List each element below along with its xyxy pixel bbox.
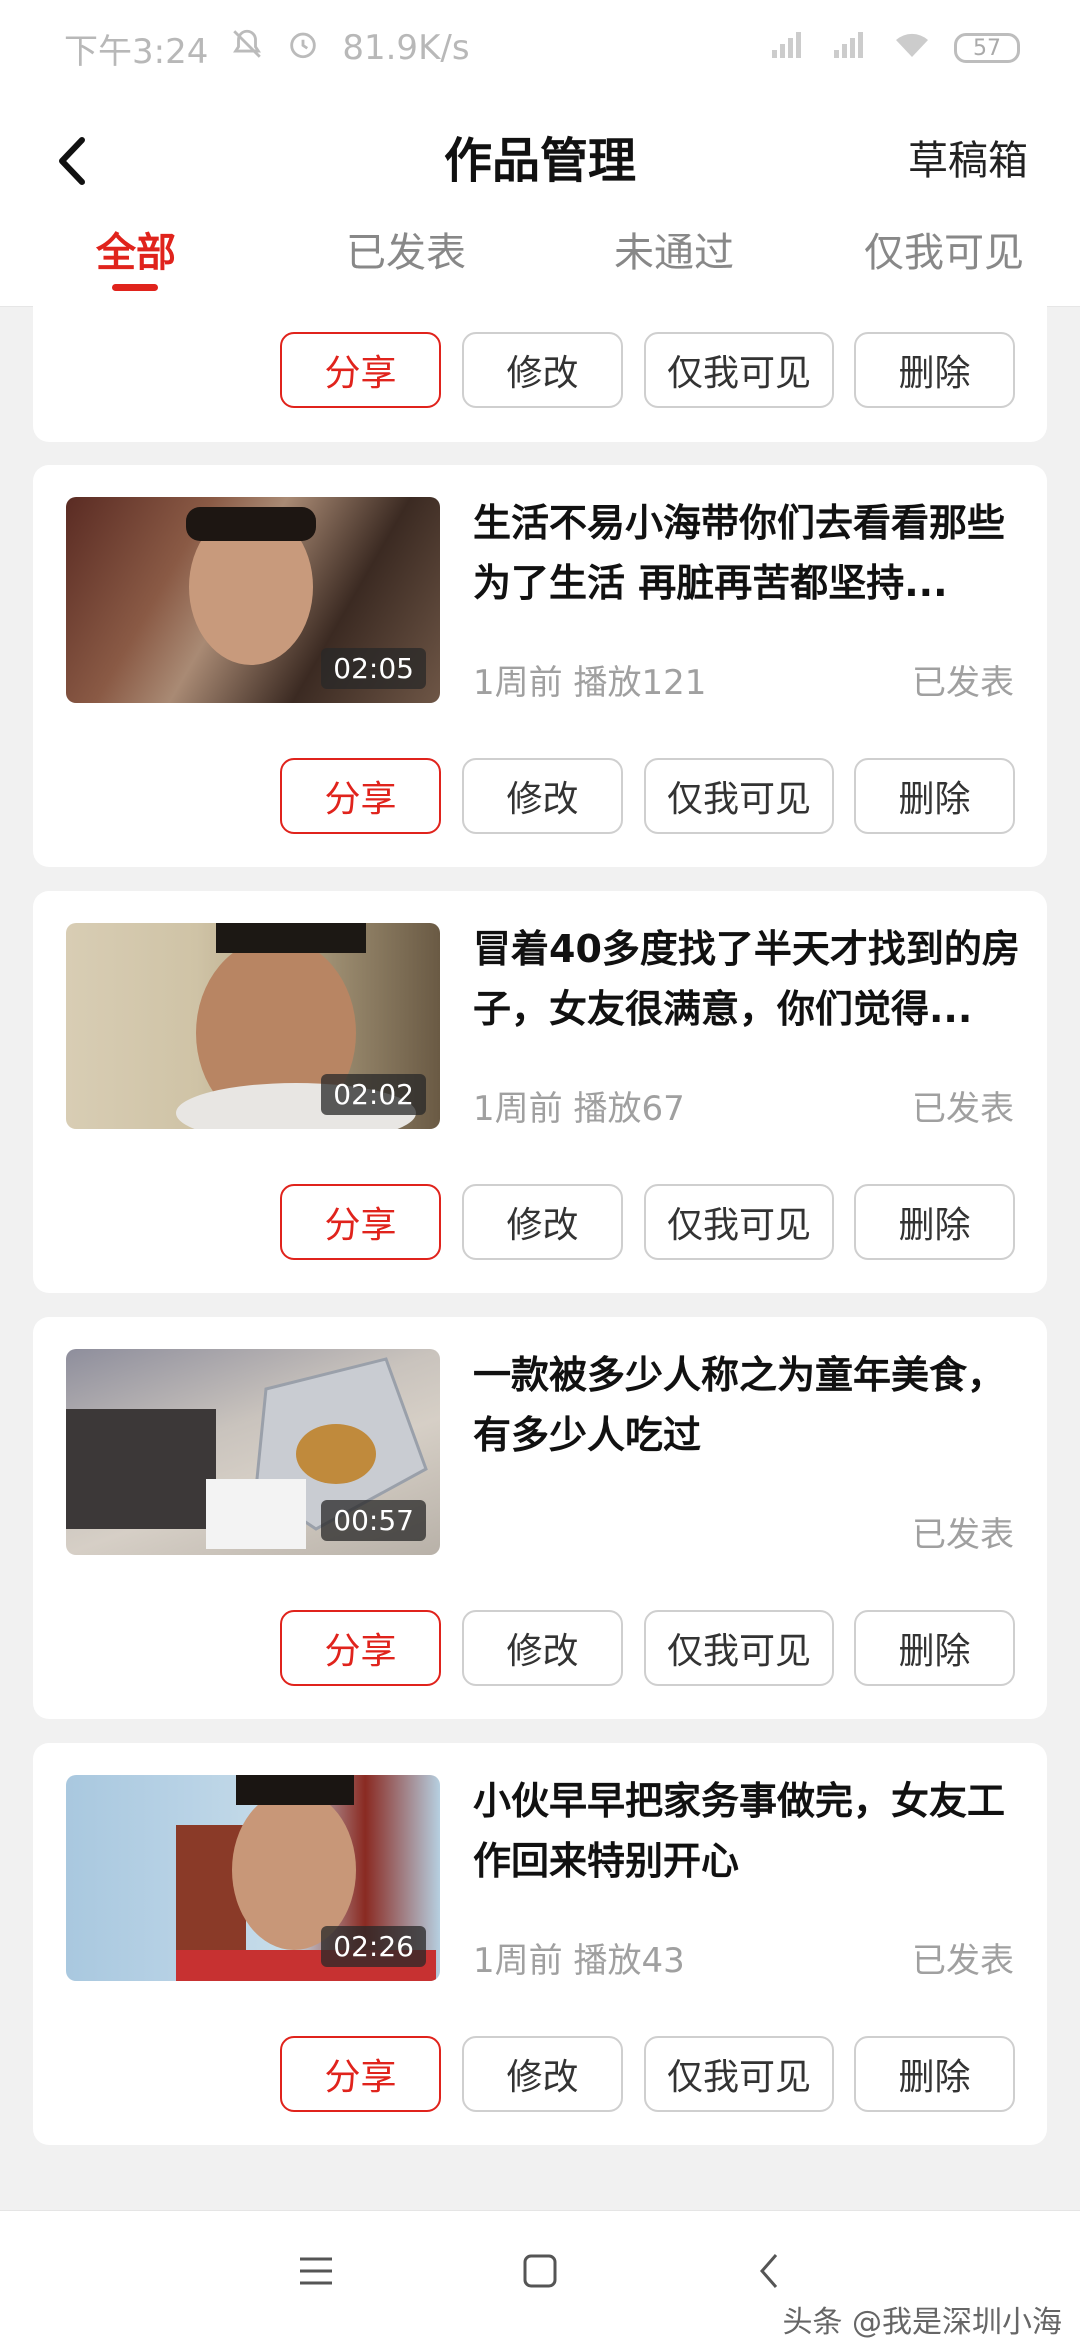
home-button[interactable] bbox=[520, 2251, 560, 2295]
menu-button[interactable] bbox=[296, 2251, 336, 2295]
tab-private[interactable]: 仅我可见 bbox=[864, 226, 1024, 280]
tab-published[interactable]: 已发表 bbox=[346, 226, 466, 280]
private-button[interactable]: 仅我可见 bbox=[644, 2036, 834, 2112]
video-card[interactable]: 02:05 生活不易小海带你们去看看那些为了生活 再脏再苦都坚持... 1周前 … bbox=[33, 465, 1047, 867]
video-thumbnail[interactable]: 02:02 bbox=[66, 923, 440, 1129]
video-meta: 1周前 播放67 bbox=[473, 1081, 685, 1130]
video-status: 已发表 bbox=[912, 663, 1014, 703]
share-button[interactable]: 分享 bbox=[280, 2036, 441, 2112]
video-title[interactable]: 小伙早早把家务事做完，女友工作回来特别开心 bbox=[473, 1771, 1021, 1891]
video-title[interactable]: 冒着40多度找了半天才找到的房子，女友很满意，你们觉得... bbox=[473, 919, 1021, 1039]
drafts-button[interactable]: 草稿箱 bbox=[908, 126, 1028, 196]
back-nav-button[interactable] bbox=[750, 2251, 790, 2295]
share-button[interactable]: 分享 bbox=[280, 1610, 441, 1686]
video-age: 1周前 bbox=[473, 1941, 563, 1981]
tab-bar: 全部 已发表 未通过 仅我可见 bbox=[0, 226, 1080, 307]
header: 作品管理 草稿箱 bbox=[0, 96, 1080, 226]
video-duration: 02:26 bbox=[321, 1926, 426, 1967]
video-duration: 02:05 bbox=[321, 648, 426, 689]
delete-button[interactable]: 删除 bbox=[854, 2036, 1015, 2112]
bell-off-icon bbox=[230, 27, 264, 70]
edit-button[interactable]: 修改 bbox=[462, 2036, 623, 2112]
delete-button[interactable]: 删除 bbox=[854, 1610, 1015, 1686]
private-button[interactable]: 仅我可见 bbox=[644, 1610, 834, 1686]
watermark: 头条 @我是深圳小海 bbox=[782, 2305, 1062, 2340]
video-card[interactable]: 02:26 小伙早早把家务事做完，女友工作回来特别开心 1周前 播放43 已发表… bbox=[33, 1743, 1047, 2145]
video-duration: 02:02 bbox=[321, 1074, 426, 1115]
tab-rejected[interactable]: 未通过 bbox=[614, 226, 734, 280]
video-card[interactable]: 02:02 冒着40多度找了半天才找到的房子，女友很满意，你们觉得... 1周前… bbox=[33, 891, 1047, 1293]
delete-button[interactable]: 删除 bbox=[854, 758, 1015, 834]
video-thumbnail[interactable]: 02:26 bbox=[66, 1775, 440, 1981]
video-meta: 1周前 播放121 bbox=[473, 655, 706, 704]
video-age: 1周前 bbox=[473, 663, 563, 703]
video-duration: 00:57 bbox=[321, 1500, 426, 1541]
tab-active-indicator bbox=[112, 284, 158, 291]
square-icon bbox=[523, 2254, 557, 2288]
video-status: 已发表 bbox=[912, 1089, 1014, 1129]
delete-button[interactable]: 删除 bbox=[854, 332, 1015, 408]
alarm-icon bbox=[286, 27, 320, 70]
delete-button[interactable]: 删除 bbox=[854, 1184, 1015, 1260]
video-status: 已发表 bbox=[912, 1515, 1014, 1555]
edit-button[interactable]: 修改 bbox=[462, 1610, 623, 1686]
video-card-partial: 分享 修改 仅我可见 删除 bbox=[33, 306, 1047, 442]
video-thumbnail[interactable]: 02:05 bbox=[66, 497, 440, 703]
network-speed: 81.9K/s bbox=[342, 28, 470, 68]
video-title[interactable]: 一款被多少人称之为童年美食，有多少人吃过 bbox=[473, 1345, 1021, 1465]
private-button[interactable]: 仅我可见 bbox=[644, 758, 834, 834]
wifi-icon bbox=[892, 30, 932, 66]
video-age: 1周前 bbox=[473, 1089, 563, 1129]
edit-button[interactable]: 修改 bbox=[462, 758, 623, 834]
menu-icon bbox=[300, 2257, 332, 2285]
video-plays: 播放121 bbox=[573, 663, 707, 703]
video-thumbnail[interactable]: 00:57 bbox=[66, 1349, 440, 1555]
private-button[interactable]: 仅我可见 bbox=[644, 332, 834, 408]
video-meta: 1周前 播放43 bbox=[473, 1933, 685, 1982]
tab-all[interactable]: 全部 bbox=[96, 226, 176, 280]
video-status: 已发表 bbox=[912, 1941, 1014, 1981]
signal-hd-icon bbox=[768, 30, 808, 66]
edit-button[interactable]: 修改 bbox=[462, 1184, 623, 1260]
share-button[interactable]: 分享 bbox=[280, 1184, 441, 1260]
status-bar: 下午3:24 81.9K/s 57 bbox=[0, 0, 1080, 96]
battery-indicator: 57 bbox=[954, 33, 1020, 63]
share-button[interactable]: 分享 bbox=[280, 332, 441, 408]
status-time: 下午3:24 bbox=[64, 31, 209, 72]
private-button[interactable]: 仅我可见 bbox=[644, 1184, 834, 1260]
video-plays: 播放43 bbox=[573, 1941, 685, 1981]
share-button[interactable]: 分享 bbox=[280, 758, 441, 834]
signal-icon bbox=[830, 30, 870, 66]
battery-level: 57 bbox=[973, 35, 1001, 61]
system-nav-bar: 头条 @我是深圳小海 bbox=[0, 2210, 1080, 2341]
video-title[interactable]: 生活不易小海带你们去看看那些为了生活 再脏再苦都坚持... bbox=[473, 493, 1021, 613]
edit-button[interactable]: 修改 bbox=[462, 332, 623, 408]
video-card[interactable]: 00:57 一款被多少人称之为童年美食，有多少人吃过 已发表 分享 修改 仅我可… bbox=[33, 1317, 1047, 1719]
video-plays: 播放67 bbox=[573, 1089, 685, 1129]
back-icon bbox=[760, 2254, 778, 2288]
